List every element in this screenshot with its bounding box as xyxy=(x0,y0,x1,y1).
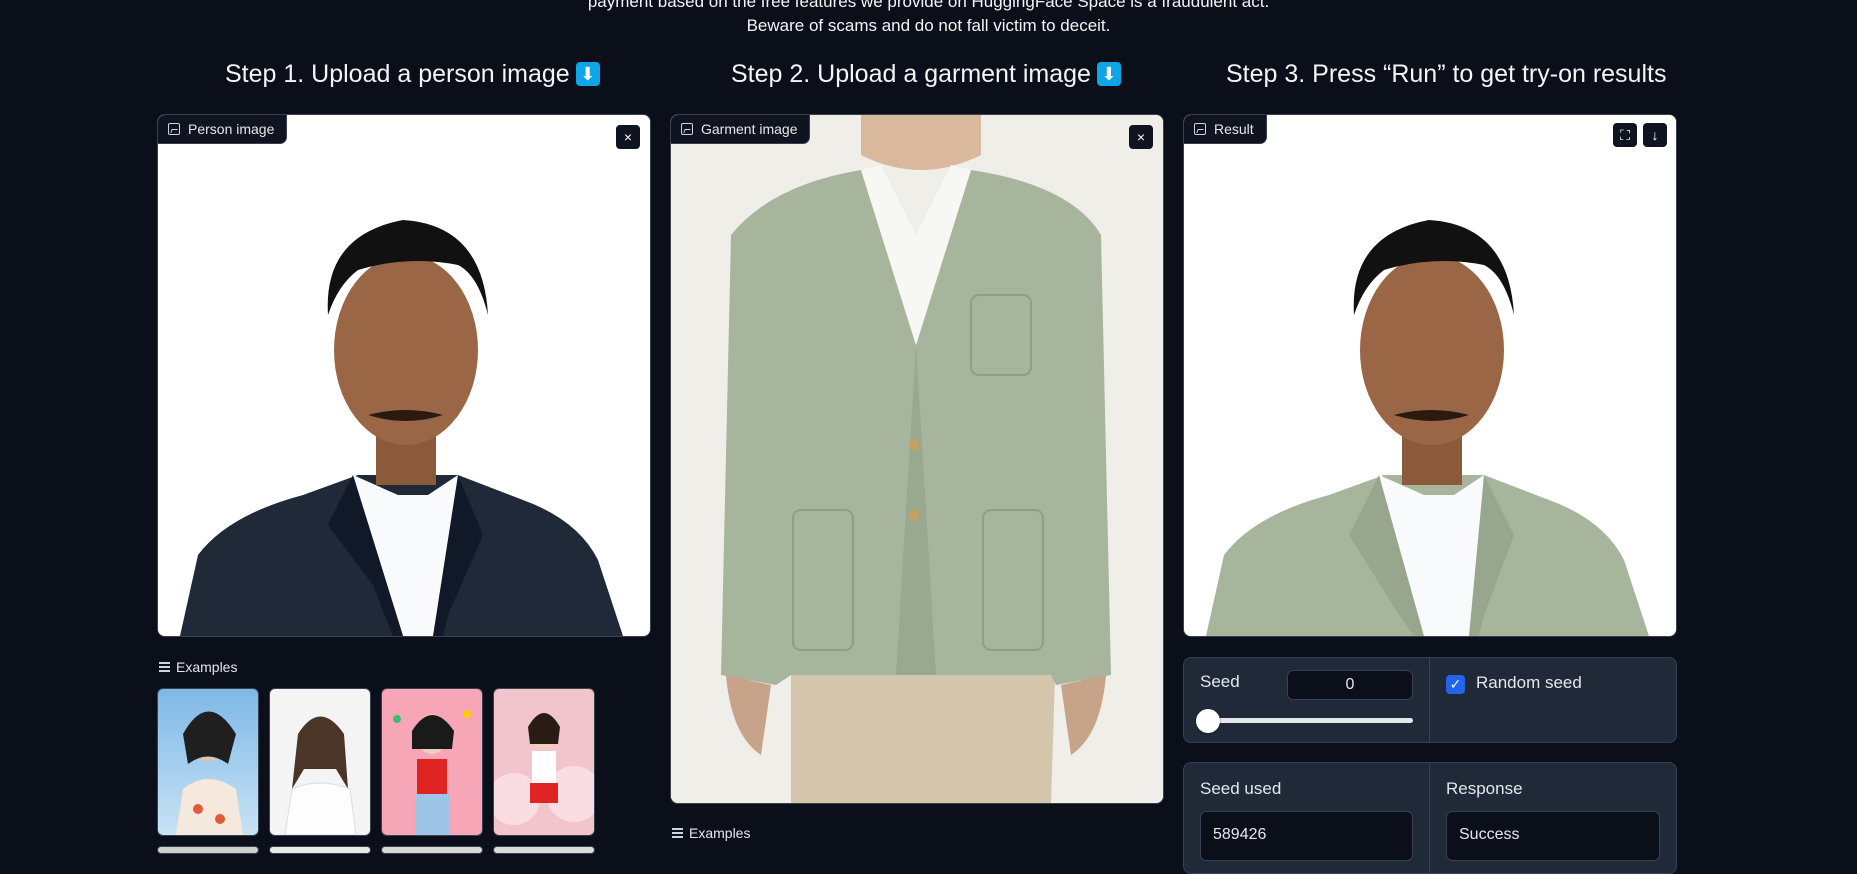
response-field[interactable]: Success xyxy=(1446,811,1660,861)
down-arrow-icon: ⬇ xyxy=(575,62,600,86)
seed-controls-group: Seed 0 ✓ Random seed xyxy=(1183,657,1677,743)
result-photo xyxy=(1184,115,1676,636)
garment-image-tag: Garment image xyxy=(671,115,811,144)
image-icon xyxy=(681,123,693,135)
response-label: Response xyxy=(1446,779,1523,798)
download-icon: ↓ xyxy=(1651,127,1659,143)
garment-examples-label: Examples xyxy=(672,825,750,841)
person-example-photo xyxy=(393,710,471,835)
list-icon xyxy=(159,662,170,672)
person-example-thumb[interactable] xyxy=(269,688,371,836)
seed-slider-track[interactable] xyxy=(1200,718,1413,723)
person-example-thumb[interactable] xyxy=(381,846,483,854)
garment-photo xyxy=(671,115,1163,803)
person-image-panel[interactable]: Person image × xyxy=(157,114,651,637)
seed-label: Seed xyxy=(1200,672,1240,691)
result-image-panel: Result ⛶ ↓ xyxy=(1183,114,1677,637)
person-example-photo xyxy=(284,716,357,835)
check-icon: ✓ xyxy=(1449,676,1462,692)
step-2-heading: Step 2. Upload a garment image ⬇ xyxy=(731,60,1121,89)
person-example-thumb[interactable] xyxy=(157,688,259,836)
person-example-thumb[interactable] xyxy=(269,846,371,854)
person-image-tag: Person image xyxy=(158,115,288,144)
clear-garment-image-button[interactable]: × xyxy=(1129,125,1153,149)
person-example-thumb[interactable] xyxy=(157,846,259,854)
seed-number-input[interactable]: 0 xyxy=(1287,670,1413,700)
seed-slider-thumb[interactable] xyxy=(1196,709,1220,733)
person-example-thumb[interactable] xyxy=(493,688,595,836)
step-3-heading: Step 3. Press “Run” to get try-on result… xyxy=(1226,60,1667,88)
divider xyxy=(1429,763,1430,873)
step-1-heading: Step 1. Upload a person image ⬇ xyxy=(225,60,600,89)
random-seed-label: Random seed xyxy=(1476,673,1582,692)
output-group: Seed used 589426 Response Success xyxy=(1183,762,1677,874)
divider xyxy=(1429,658,1430,742)
result-tag: Result xyxy=(1184,115,1267,144)
image-icon xyxy=(1194,123,1206,135)
person-photo xyxy=(158,115,650,636)
image-icon xyxy=(168,123,180,135)
scam-notice-line-1: payment based on the free features we pr… xyxy=(587,0,1270,11)
random-seed-checkbox[interactable]: ✓ xyxy=(1446,675,1465,694)
clear-person-image-button[interactable]: × xyxy=(616,125,640,149)
seed-used-label: Seed used xyxy=(1200,779,1282,798)
seed-used-field[interactable]: 589426 xyxy=(1200,811,1413,861)
person-example-thumb[interactable] xyxy=(493,846,595,854)
close-icon: × xyxy=(623,129,633,145)
close-icon: × xyxy=(1136,129,1146,145)
list-icon xyxy=(672,828,683,838)
person-example-photo xyxy=(494,713,594,825)
fullscreen-button[interactable]: ⛶ xyxy=(1613,123,1637,147)
person-example-thumb[interactable] xyxy=(381,688,483,836)
scam-notice-line-2: Beware of scams and do not fall victim t… xyxy=(746,16,1111,35)
down-arrow-icon: ⬇ xyxy=(1096,62,1121,86)
person-examples-label: Examples xyxy=(159,659,237,675)
person-example-photo xyxy=(176,711,243,835)
download-button[interactable]: ↓ xyxy=(1643,123,1667,147)
garment-image-panel[interactable]: Garment image × xyxy=(670,114,1164,804)
fullscreen-icon: ⛶ xyxy=(1620,127,1630,143)
